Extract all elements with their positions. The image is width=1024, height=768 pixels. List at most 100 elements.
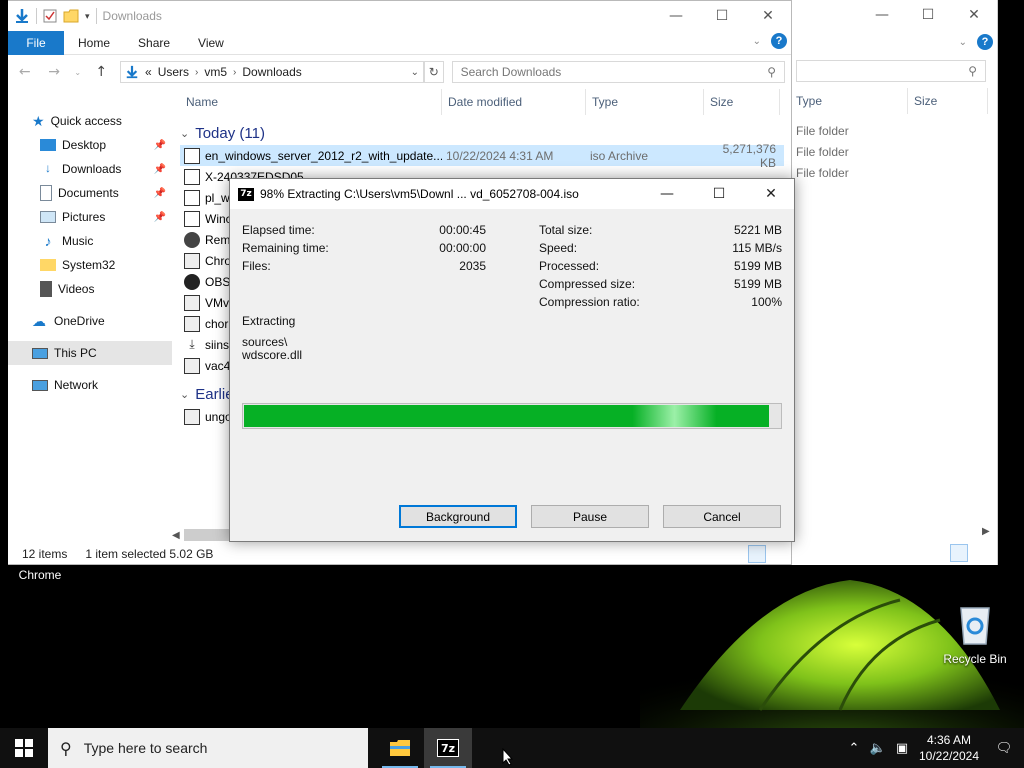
group-label: Today (11): [195, 124, 265, 142]
pin-icon[interactable]: 📌: [154, 212, 166, 223]
stat-speed: Speed: 115 MB/s: [539, 241, 782, 255]
tab-home[interactable]: Home: [64, 36, 124, 50]
nav-quick-access[interactable]: ★ Quick access: [8, 109, 172, 133]
file-row[interactable]: en_windows_server_2012_r2_with_update...…: [180, 142, 784, 170]
installer-file-icon: [184, 252, 200, 269]
pin-icon[interactable]: 📌: [154, 164, 166, 175]
breadcrumb-separator-icon[interactable]: ›: [233, 67, 236, 78]
recycle-bin-icon: [960, 607, 990, 645]
maximize-icon[interactable]: ☐: [699, 1, 745, 31]
nav-this-pc[interactable]: This PC: [8, 341, 172, 365]
search-input[interactable]: Search Downloads ⚲: [451, 61, 786, 83]
column-size[interactable]: Size: [704, 89, 780, 115]
nav-system32[interactable]: System32: [8, 253, 172, 277]
nav-music[interactable]: ♪ Music: [8, 229, 172, 253]
notifications-icon[interactable]: 🗨: [984, 741, 1024, 756]
start-button[interactable]: [0, 728, 48, 768]
large-icons-view-icon[interactable]: [970, 544, 988, 562]
refresh-icon[interactable]: ↻: [424, 61, 444, 83]
pin-icon[interactable]: 📌: [154, 140, 166, 151]
help-icon[interactable]: ?: [977, 34, 993, 50]
taskbar-search-box[interactable]: ⚲ Type here to search: [48, 728, 368, 768]
column-size-back[interactable]: Size: [908, 88, 988, 114]
up-arrow-icon[interactable]: ↑: [91, 64, 112, 80]
stat-label: Compressed size:: [539, 277, 636, 291]
volume-icon[interactable]: 🔈: [866, 741, 890, 756]
tab-view[interactable]: View: [184, 36, 238, 50]
back-view-buttons: [950, 544, 988, 562]
column-type[interactable]: Type: [586, 89, 704, 115]
help-icon[interactable]: ?: [771, 33, 787, 49]
status-selection: 1 item selected 5.02 GB: [85, 547, 214, 561]
stat-label: Compression ratio:: [539, 295, 640, 309]
file-name: Chro: [205, 253, 232, 268]
file-name: VMv: [205, 295, 229, 310]
ribbon-expand-icon[interactable]: ⌄: [753, 36, 761, 47]
tab-file[interactable]: File: [8, 30, 64, 55]
qat-dropdown-icon[interactable]: ▾: [85, 11, 90, 22]
nav-videos[interactable]: Videos: [8, 277, 172, 301]
breadcrumb-users[interactable]: Users: [158, 65, 189, 79]
close-icon[interactable]: ✕: [745, 1, 791, 31]
recycle-bin[interactable]: Recycle Bin: [940, 600, 1010, 670]
close-icon[interactable]: ✕: [951, 0, 997, 30]
column-name[interactable]: Name: [180, 89, 442, 115]
address-dropdown-icon[interactable]: ⌄: [411, 67, 419, 78]
column-type-back[interactable]: Type: [790, 88, 908, 114]
large-icons-view-icon[interactable]: [768, 545, 786, 563]
cancel-button[interactable]: Cancel: [663, 505, 781, 528]
pause-button[interactable]: Pause: [531, 505, 649, 528]
breadcrumb-separator-icon[interactable]: ›: [195, 67, 198, 78]
mouse-cursor-icon: [502, 748, 514, 766]
chevron-up-icon[interactable]: ⌃: [842, 741, 866, 756]
group-header-today[interactable]: ⌄ Today (11): [180, 121, 784, 145]
new-folder-icon[interactable]: [63, 9, 79, 23]
breadcrumb-downloads[interactable]: Downloads: [242, 65, 301, 79]
scroll-left-icon[interactable]: ◀: [172, 530, 180, 541]
network-tray-icon[interactable]: ▣: [890, 741, 914, 756]
chrome-desktop-label[interactable]: Chrome: [10, 568, 70, 582]
forward-arrow-icon[interactable]: →: [43, 64, 64, 80]
computer-icon: [32, 347, 48, 359]
navigation-pane: ★ Quick access Desktop 📌 ↓ Downloads 📌 D…: [8, 109, 172, 539]
nav-onedrive[interactable]: ☁ OneDrive: [8, 309, 172, 333]
progress-fill: [244, 405, 770, 427]
nav-pictures[interactable]: Pictures 📌: [8, 205, 172, 229]
nav-network[interactable]: Network: [8, 373, 172, 397]
breadcrumb-overflow[interactable]: «: [145, 65, 152, 79]
recent-dropdown-icon[interactable]: ⌄: [73, 68, 83, 77]
search-input-back[interactable]: ⚲: [796, 60, 986, 82]
address-bar[interactable]: « Users › vm5 › Downloads ⌄: [120, 61, 425, 83]
stat-elapsed: Elapsed time: 00:00:45: [242, 223, 486, 237]
taskbar-file-explorer[interactable]: [376, 728, 424, 768]
pin-icon[interactable]: 📌: [154, 188, 166, 199]
column-date[interactable]: Date modified: [442, 89, 586, 115]
tab-share[interactable]: Share: [124, 36, 184, 50]
maximize-icon[interactable]: ☐: [696, 179, 742, 209]
explorer-window-back[interactable]: — ☐ ✕ ⌄ ? ⚲ Type Size File folder File f…: [790, 0, 998, 565]
taskbar-7zip[interactable]: 7z: [424, 728, 472, 768]
minimize-icon[interactable]: —: [859, 0, 905, 30]
nav-documents[interactable]: Documents 📌: [8, 181, 172, 205]
search-icon: ⚲: [767, 65, 777, 79]
minimize-icon[interactable]: —: [653, 1, 699, 31]
nav-desktop[interactable]: Desktop 📌: [8, 133, 172, 157]
properties-icon[interactable]: [43, 9, 57, 23]
file-date: 10/22/2024 4:31 AM: [446, 148, 554, 163]
close-icon[interactable]: ✕: [748, 179, 794, 209]
breadcrumb-vm5[interactable]: vm5: [204, 65, 227, 79]
ribbon-expand-icon[interactable]: ⌄: [959, 37, 967, 48]
nav-downloads[interactable]: ↓ Downloads 📌: [8, 157, 172, 181]
background-button[interactable]: Background: [399, 505, 517, 528]
back-arrow-icon[interactable]: ←: [14, 64, 35, 80]
maximize-icon[interactable]: ☐: [905, 0, 951, 30]
scroll-right-icon[interactable]: ▶: [982, 526, 990, 537]
stat-label: Elapsed time:: [242, 223, 315, 237]
details-view-icon[interactable]: [950, 544, 968, 562]
stat-label: Files:: [242, 259, 271, 273]
extraction-dialog[interactable]: 7z 98% Extracting C:\Users\vm5\Downl ...…: [229, 178, 795, 542]
stat-total-size: Total size: 5221 MB: [539, 223, 782, 237]
minimize-icon[interactable]: —: [644, 179, 690, 209]
details-view-icon[interactable]: [748, 545, 766, 563]
clock[interactable]: 4:36 AM 10/22/2024: [914, 732, 984, 764]
